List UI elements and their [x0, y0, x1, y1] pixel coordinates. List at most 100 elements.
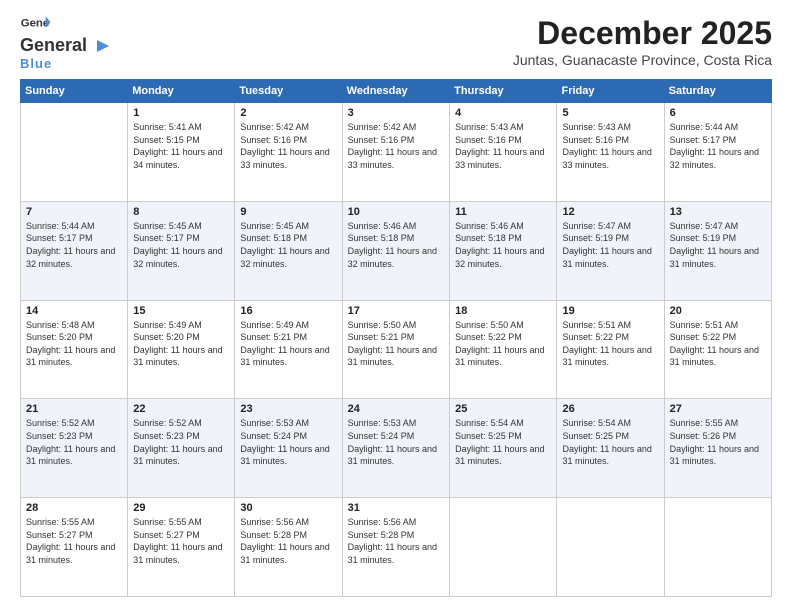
logo-blue: Blue — [20, 56, 52, 71]
day-info: Sunrise: 5:41 AMSunset: 5:15 PMDaylight:… — [133, 121, 229, 171]
day-number: 13 — [670, 206, 766, 218]
day-number: 9 — [240, 206, 336, 218]
day-info: Sunrise: 5:53 AMSunset: 5:24 PMDaylight:… — [240, 417, 336, 467]
col-friday: Friday — [557, 80, 664, 103]
day-number: 5 — [562, 107, 658, 119]
day-info: Sunrise: 5:43 AMSunset: 5:16 PMDaylight:… — [455, 121, 551, 171]
day-number: 14 — [26, 305, 122, 317]
day-number: 17 — [348, 305, 444, 317]
day-info: Sunrise: 5:44 AMSunset: 5:17 PMDaylight:… — [26, 220, 122, 270]
day-info: Sunrise: 5:45 AMSunset: 5:17 PMDaylight:… — [133, 220, 229, 270]
table-row: 25Sunrise: 5:54 AMSunset: 5:25 PMDayligh… — [450, 399, 557, 498]
day-number: 1 — [133, 107, 229, 119]
day-number: 16 — [240, 305, 336, 317]
table-row: 27 Sunrise: 5:55 AMSunset: 5:26 PMDayligh… — [664, 399, 771, 498]
day-info: Sunrise: 5:50 AMSunset: 5:21 PMDaylight:… — [348, 319, 444, 369]
day-info: Sunrise: 5:46 AMSunset: 5:18 PMDaylight:… — [455, 220, 551, 270]
header: General General Blue December 2025 Junta… — [20, 15, 772, 71]
day-number: 6 — [670, 107, 766, 119]
day-number: 2 — [240, 107, 336, 119]
table-row: 5 Sunrise: 5:43 AMSunset: 5:16 PMDaylight… — [557, 103, 664, 202]
day-number: 24 — [348, 403, 444, 415]
day-number: 15 — [133, 305, 229, 317]
day-number: 21 — [26, 403, 122, 415]
table-row: 12Sunrise: 5:47 AMSunset: 5:19 PMDayligh… — [557, 201, 664, 300]
table-row: 22 Sunrise: 5:52 AMSunset: 5:23 PMDayligh… — [128, 399, 235, 498]
table-row: 21 Sunrise: 5:52 AMSunset: 5:23 PMDayligh… — [21, 399, 128, 498]
day-info: Sunrise: 5:49 AMSunset: 5:21 PMDaylight:… — [240, 319, 336, 369]
table-row — [21, 103, 128, 202]
day-number: 12 — [562, 206, 658, 218]
table-row: 11 Sunrise: 5:46 AMSunset: 5:18 PMDayligh… — [450, 201, 557, 300]
table-row — [557, 498, 664, 597]
day-info: Sunrise: 5:56 AMSunset: 5:28 PMDaylight:… — [240, 516, 336, 566]
col-wednesday: Wednesday — [342, 80, 449, 103]
day-info: Sunrise: 5:54 AMSunset: 5:25 PMDaylight:… — [562, 417, 658, 467]
day-number: 4 — [455, 107, 551, 119]
day-number: 18 — [455, 305, 551, 317]
table-row: 23 Sunrise: 5:53 AMSunset: 5:24 PMDayligh… — [235, 399, 342, 498]
col-monday: Monday — [128, 80, 235, 103]
day-number: 19 — [562, 305, 658, 317]
table-row: 17 Sunrise: 5:50 AMSunset: 5:21 PMDayligh… — [342, 300, 449, 399]
day-number: 27 — [670, 403, 766, 415]
table-row: 19 Sunrise: 5:51 AMSunset: 5:22 PMDayligh… — [557, 300, 664, 399]
table-row: 1 Sunrise: 5:41 AMSunset: 5:15 PMDaylight… — [128, 103, 235, 202]
day-number: 26 — [562, 403, 658, 415]
table-row: 24 Sunrise: 5:53 AMSunset: 5:24 PMDayligh… — [342, 399, 449, 498]
day-number: 28 — [26, 502, 122, 514]
day-info: Sunrise: 5:47 AMSunset: 5:19 PMDaylight:… — [670, 220, 766, 270]
logo-general: General — [20, 35, 87, 56]
day-info: Sunrise: 5:55 AMSunset: 5:26 PMDaylight:… — [670, 417, 766, 467]
day-info: Sunrise: 5:55 AMSunset: 5:27 PMDaylight:… — [26, 516, 122, 566]
table-row: 18 Sunrise: 5:50 AMSunset: 5:22 PMDayligh… — [450, 300, 557, 399]
table-row: 28 Sunrise: 5:55 AMSunset: 5:27 PMDayligh… — [21, 498, 128, 597]
day-info: Sunrise: 5:52 AMSunset: 5:23 PMDaylight:… — [133, 417, 229, 467]
day-info: Sunrise: 5:50 AMSunset: 5:22 PMDaylight:… — [455, 319, 551, 369]
col-tuesday: Tuesday — [235, 80, 342, 103]
logo: General General Blue — [20, 15, 111, 71]
day-info: Sunrise: 5:53 AMSunset: 5:24 PMDaylight:… — [348, 417, 444, 467]
day-info: Sunrise: 5:42 AMSunset: 5:16 PMDaylight:… — [240, 121, 336, 171]
day-number: 8 — [133, 206, 229, 218]
day-info: Sunrise: 5:51 AMSunset: 5:22 PMDaylight:… — [670, 319, 766, 369]
table-row: 26 Sunrise: 5:54 AMSunset: 5:25 PMDayligh… — [557, 399, 664, 498]
table-row: 9 Sunrise: 5:45 AMSunset: 5:18 PMDaylight… — [235, 201, 342, 300]
day-number: 23 — [240, 403, 336, 415]
day-info: Sunrise: 5:42 AMSunset: 5:16 PMDaylight:… — [348, 121, 444, 171]
day-info: Sunrise: 5:54 AMSunset: 5:25 PMDaylight:… — [455, 417, 551, 467]
col-sunday: Sunday — [21, 80, 128, 103]
table-row: 10 Sunrise: 5:46 AMSunset: 5:18 PMDayligh… — [342, 201, 449, 300]
table-row: 4 Sunrise: 5:43 AMSunset: 5:16 PMDaylight… — [450, 103, 557, 202]
day-info: Sunrise: 5:45 AMSunset: 5:18 PMDaylight:… — [240, 220, 336, 270]
col-thursday: Thursday — [450, 80, 557, 103]
day-info: Sunrise: 5:48 AMSunset: 5:20 PMDaylight:… — [26, 319, 122, 369]
month-title: December 2025 — [513, 15, 772, 52]
table-row: 7Sunrise: 5:44 AMSunset: 5:17 PMDaylight… — [21, 201, 128, 300]
table-row: 15 Sunrise: 5:49 AMSunset: 5:20 PMDayligh… — [128, 300, 235, 399]
day-number: 22 — [133, 403, 229, 415]
table-row: 29Sunrise: 5:55 AMSunset: 5:27 PMDayligh… — [128, 498, 235, 597]
day-info: Sunrise: 5:52 AMSunset: 5:23 PMDaylight:… — [26, 417, 122, 467]
logo-icon: General — [20, 15, 50, 35]
day-number: 10 — [348, 206, 444, 218]
table-row — [450, 498, 557, 597]
table-row: 8 Sunrise: 5:45 AMSunset: 5:17 PMDaylight… — [128, 201, 235, 300]
table-row — [664, 498, 771, 597]
day-info: Sunrise: 5:51 AMSunset: 5:22 PMDaylight:… — [562, 319, 658, 369]
table-row: 13 Sunrise: 5:47 AMSunset: 5:19 PMDayligh… — [664, 201, 771, 300]
day-info: Sunrise: 5:46 AMSunset: 5:18 PMDaylight:… — [348, 220, 444, 270]
day-info: Sunrise: 5:43 AMSunset: 5:16 PMDaylight:… — [562, 121, 658, 171]
day-info: Sunrise: 5:49 AMSunset: 5:20 PMDaylight:… — [133, 319, 229, 369]
page: General General Blue December 2025 Junta… — [0, 0, 792, 612]
day-info: Sunrise: 5:44 AMSunset: 5:17 PMDaylight:… — [670, 121, 766, 171]
logo-arrow-icon — [91, 38, 111, 54]
day-number: 31 — [348, 502, 444, 514]
day-number: 3 — [348, 107, 444, 119]
table-row: 16 Sunrise: 5:49 AMSunset: 5:21 PMDayligh… — [235, 300, 342, 399]
title-block: December 2025 Juntas, Guanacaste Provinc… — [513, 15, 772, 68]
day-number: 11 — [455, 206, 551, 218]
day-info: Sunrise: 5:55 AMSunset: 5:27 PMDaylight:… — [133, 516, 229, 566]
day-info: Sunrise: 5:56 AMSunset: 5:28 PMDaylight:… — [348, 516, 444, 566]
calendar-header-row: Sunday Monday Tuesday Wednesday Thursday… — [21, 80, 772, 103]
